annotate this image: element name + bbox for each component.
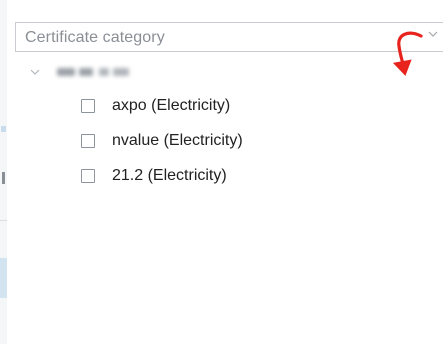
item-checkbox[interactable] [81,134,95,148]
tree-root-label-redacted [55,63,137,81]
tree-item-label: axpo (Electricity) [112,97,231,114]
background-divider [0,220,7,221]
background-fragment [1,126,6,132]
tree-item-label: nvalue (Electricity) [112,132,243,149]
background-fragment [2,172,5,184]
item-checkbox[interactable] [81,99,95,113]
tree-item-axpo[interactable]: axpo (Electricity) [81,94,381,118]
select-placeholder: Certificate category [25,29,165,46]
tree-expand-icon[interactable] [29,66,41,78]
screenshot-stage: Certificate category axpo (Electricity) [0,0,444,344]
background-fragment [0,258,7,298]
tree-item-label: 21.2 (Electricity) [112,167,227,184]
tree-root-node[interactable] [29,60,189,84]
certificate-category-dropdown: Certificate category axpo (Electricity) [7,0,444,344]
item-checkbox[interactable] [81,169,95,183]
chevron-down-icon[interactable] [427,28,439,40]
tree-item-21-2[interactable]: 21.2 (Electricity) [81,164,381,188]
certificate-category-select[interactable]: Certificate category [15,22,443,52]
tree-item-nvalue[interactable]: nvalue (Electricity) [81,129,381,153]
red-curved-arrow-annotation [392,31,423,76]
